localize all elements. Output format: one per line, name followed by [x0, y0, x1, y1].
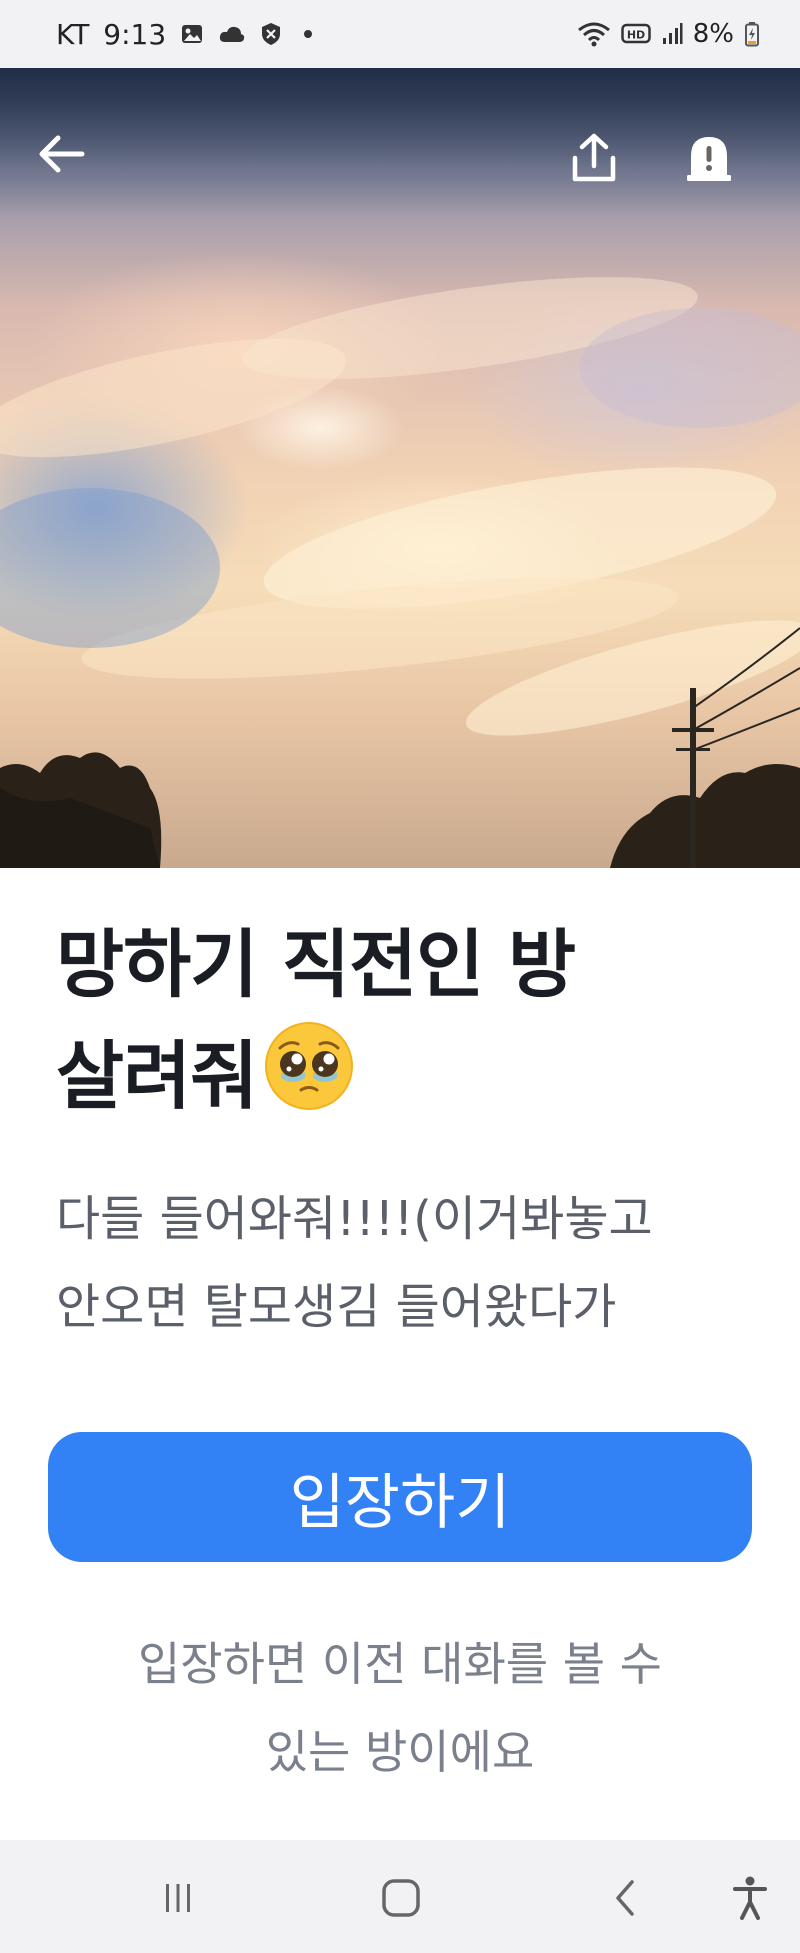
share-icon — [572, 133, 616, 182]
arrow-left-icon — [39, 135, 85, 173]
battery-percentage: 8% — [692, 19, 734, 49]
status-left: KT 9:13 — [56, 17, 313, 51]
sunset-sky-illustration — [0, 68, 800, 868]
room-description: 다들 들어와줘!!!!(이거봐놓고 안오면 탈모생김 들어왔다가 — [56, 1175, 756, 1351]
battery-icon — [744, 21, 760, 47]
wifi-icon — [577, 21, 611, 47]
room-cover-image — [0, 68, 800, 868]
system-navigation-bar — [0, 1840, 800, 1953]
accessibility-icon — [733, 1876, 767, 1920]
recent-apps-button[interactable] — [146, 1866, 210, 1930]
open-chat-room-page: KT 9:13 HD 8% 망하기 직전인 방 살려줘 다들 들어와줘!!!!(… — [0, 0, 800, 1953]
share-button[interactable] — [570, 132, 634, 196]
back-button[interactable] — [36, 132, 100, 196]
room-description-line1: 다들 들어와줘!!!!(이거봐놓고 — [56, 1191, 653, 1247]
report-button[interactable] — [684, 132, 748, 196]
recent-apps-icon — [166, 1884, 190, 1912]
room-title-line2: 살려줘 — [56, 1020, 746, 1142]
room-description-line2: 안오면 탈모생김 들어왔다가 — [56, 1279, 617, 1335]
history-notice-line1: 입장하면 이전 대화를 볼 수 — [137, 1637, 662, 1691]
back-icon — [616, 1880, 634, 1916]
pleading-face-emoji-icon — [263, 1020, 355, 1142]
room-title: 망하기 직전인 방 살려줘 — [56, 910, 746, 1142]
enter-room-button-label: 입장하기 — [289, 1467, 511, 1538]
room-title-line2-text: 살려줘 — [56, 1033, 258, 1120]
enter-room-button[interactable]: 입장하기 — [48, 1432, 752, 1562]
home-icon — [382, 1879, 420, 1917]
svg-text:HD: HD — [627, 29, 645, 42]
status-right: HD 8% — [577, 19, 760, 49]
gallery-icon — [180, 23, 204, 45]
signal-icon — [661, 22, 683, 46]
history-notice-line2: 있는 방이에요 — [265, 1725, 535, 1779]
accessibility-button[interactable] — [718, 1866, 782, 1930]
hd-icon: HD — [621, 22, 651, 46]
history-notice: 입장하면 이전 대화를 볼 수 있는 방이에요 — [60, 1620, 740, 1796]
carrier-label: KT — [56, 17, 90, 51]
shield-icon — [260, 22, 282, 46]
report-icon — [687, 137, 731, 181]
notification-dot-icon — [304, 30, 313, 38]
nav-back-button[interactable] — [594, 1866, 658, 1930]
cloud-icon — [218, 24, 246, 44]
room-title-line1: 망하기 직전인 방 — [56, 922, 576, 1008]
clock: 9:13 — [103, 17, 167, 51]
home-button[interactable] — [369, 1866, 433, 1930]
status-bar: KT 9:13 HD 8% — [0, 0, 800, 68]
